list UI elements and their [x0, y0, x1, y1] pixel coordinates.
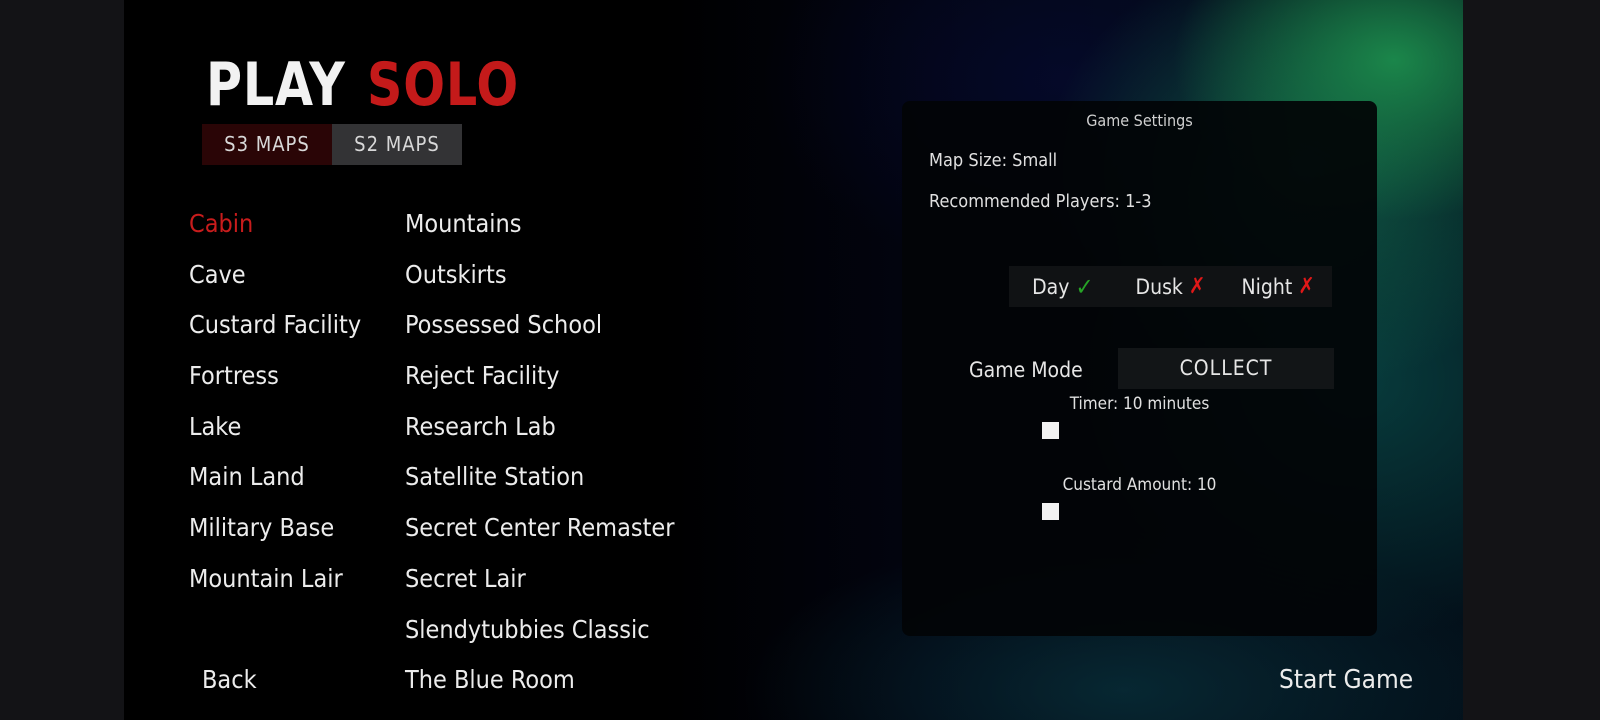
map-item-lake[interactable]: Lake: [189, 404, 361, 455]
map-item-satellite-station[interactable]: Satellite Station: [405, 454, 674, 505]
custard-amount-label: Custard Amount: 10: [1062, 475, 1217, 495]
time-of-day-selector: Day ✓ Dusk ✗ Night ✗: [1009, 266, 1332, 307]
map-season-tabs: S3 MAPS S2 MAPS: [202, 124, 462, 165]
cross-icon: ✗: [1188, 274, 1206, 299]
time-option-day[interactable]: Day ✓: [1009, 273, 1117, 301]
tab-s3-maps[interactable]: S3 MAPS: [202, 124, 332, 165]
map-item-cave[interactable]: Cave: [189, 252, 361, 303]
time-option-label: Night: [1241, 274, 1293, 299]
custard-amount-slider-handle[interactable]: [1042, 503, 1059, 520]
back-button[interactable]: Back: [202, 665, 257, 694]
start-game-button[interactable]: Start Game: [1279, 665, 1413, 695]
title-solo: SOLO: [367, 50, 519, 120]
game-viewport: PLAY SOLO S3 MAPS S2 MAPS Cabin Cave Cust…: [124, 0, 1463, 720]
map-list-column-2: Mountains Outskirts Possessed School Rej…: [405, 201, 674, 708]
title-play: PLAY: [206, 50, 346, 120]
map-item-slendytubbies-classic[interactable]: Slendytubbies Classic: [405, 607, 674, 658]
time-option-dusk[interactable]: Dusk ✗: [1117, 274, 1225, 299]
tab-s2-maps[interactable]: S2 MAPS: [332, 124, 462, 165]
timer-slider-handle[interactable]: [1042, 422, 1059, 439]
map-size-text: Map Size: Small: [929, 150, 1058, 171]
map-item-mountain-lair[interactable]: Mountain Lair: [189, 556, 361, 607]
recommended-players-text: Recommended Players: 1-3: [929, 191, 1152, 212]
check-icon: ✓: [1075, 272, 1094, 301]
map-item-research-lab[interactable]: Research Lab: [405, 404, 674, 455]
game-mode-label: Game Mode: [969, 358, 1083, 382]
map-list-column-1: Cabin Cave Custard Facility Fortress Lak…: [189, 201, 361, 607]
map-item-fortress[interactable]: Fortress: [189, 353, 361, 404]
time-option-label: Day: [1032, 274, 1070, 299]
map-item-reject-facility[interactable]: Reject Facility: [405, 353, 674, 404]
page-title: PLAY SOLO: [206, 50, 519, 120]
cross-icon: ✗: [1298, 274, 1315, 299]
timer-label: Timer: 10 minutes: [1069, 394, 1210, 414]
map-item-secret-center-remaster[interactable]: Secret Center Remaster: [405, 505, 674, 556]
time-option-label: Dusk: [1135, 274, 1183, 299]
map-item-main-land[interactable]: Main Land: [189, 454, 361, 505]
map-item-custard-facility[interactable]: Custard Facility: [189, 302, 361, 353]
custard-amount-slider[interactable]: [1042, 503, 1332, 521]
map-item-mountains[interactable]: Mountains: [405, 201, 674, 252]
map-item-possessed-school[interactable]: Possessed School: [405, 302, 674, 353]
map-item-secret-lair[interactable]: Secret Lair: [405, 556, 674, 607]
map-item-the-blue-room[interactable]: The Blue Room: [405, 657, 674, 708]
map-item-cabin[interactable]: Cabin: [189, 201, 361, 252]
map-item-military-base[interactable]: Military Base: [189, 505, 361, 556]
map-item-outskirts[interactable]: Outskirts: [405, 252, 674, 303]
timer-slider[interactable]: [1042, 422, 1332, 440]
settings-title: Game Settings: [1086, 111, 1193, 130]
game-settings-panel: Game Settings Map Size: Small Recommende…: [902, 101, 1377, 636]
game-mode-button[interactable]: COLLECT: [1118, 348, 1334, 389]
time-option-night[interactable]: Night ✗: [1224, 274, 1332, 299]
